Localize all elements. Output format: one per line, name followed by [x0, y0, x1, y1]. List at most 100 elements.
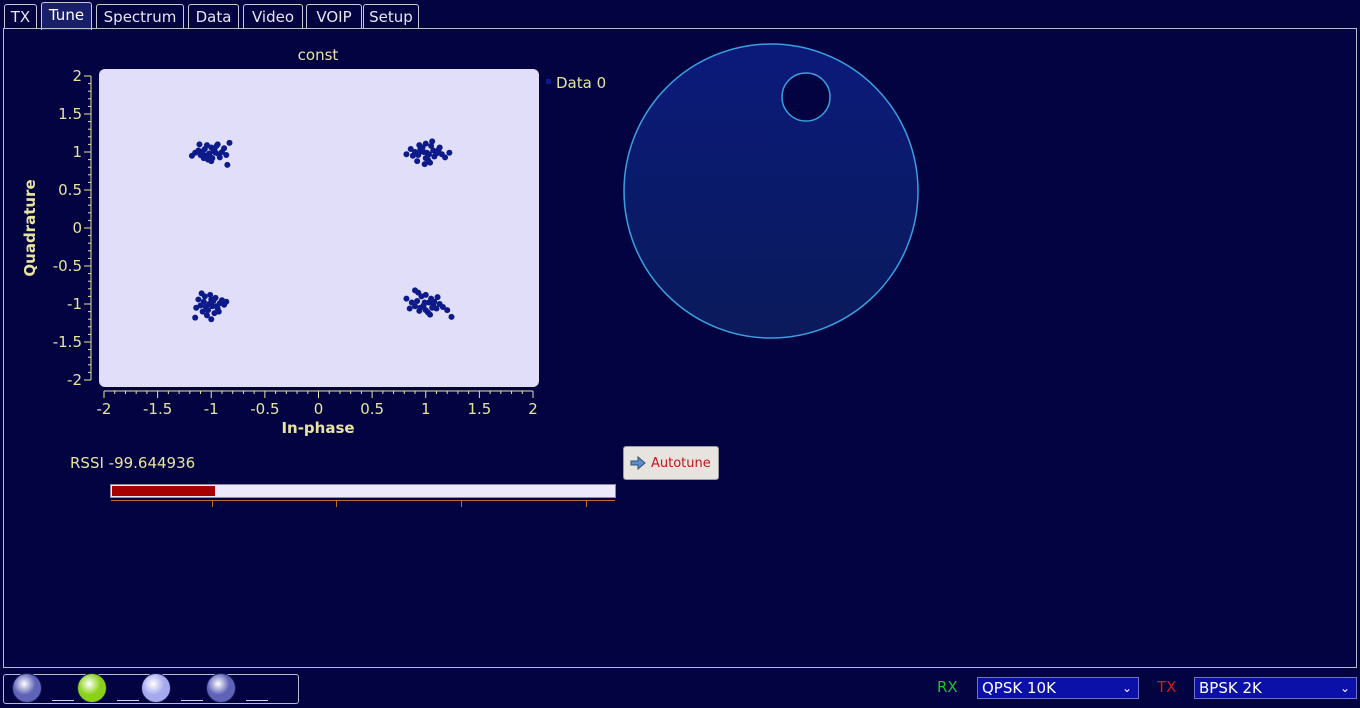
- rx-mode-select[interactable]: QPSK 10K ⌄: [977, 677, 1139, 699]
- y-tick-label: 1.5: [58, 105, 82, 123]
- data-point: [429, 138, 436, 145]
- chart-title: const: [298, 46, 339, 64]
- tuning-knob[interactable]: [623, 43, 919, 339]
- status-separator: [117, 700, 139, 701]
- x-tick-label: 1.5: [467, 400, 491, 418]
- data-point: [416, 142, 423, 149]
- x-tick-label: -1: [204, 400, 219, 418]
- data-point: [434, 294, 441, 301]
- data-point: [429, 304, 436, 311]
- data-point: [436, 144, 443, 151]
- x-tick-label: 0: [314, 400, 324, 418]
- y-tick-label: 0: [72, 219, 82, 237]
- data-point: [223, 152, 230, 159]
- data-point: [448, 313, 455, 320]
- data-point: [203, 142, 210, 149]
- data-point: [215, 308, 222, 315]
- x-axis-label: In-phase: [281, 419, 354, 437]
- data-point: [427, 159, 434, 166]
- data-point: [422, 140, 429, 147]
- status-separator: [52, 700, 74, 701]
- data-point: [407, 145, 414, 152]
- legend-swatch: [546, 79, 551, 84]
- data-point: [406, 305, 413, 312]
- rssi-meter-tick: [461, 500, 462, 507]
- rssi-meter-tick: [336, 500, 337, 507]
- plot-area: [99, 69, 539, 387]
- data-point: [216, 154, 223, 161]
- rx-mode-value: QPSK 10K: [982, 679, 1056, 697]
- data-point: [444, 307, 451, 314]
- y-tick-label: -1: [67, 295, 82, 313]
- data-point: [207, 291, 214, 298]
- status-separator: [246, 700, 268, 701]
- data-point: [196, 141, 203, 148]
- data-point: [192, 314, 199, 321]
- rssi-meter-tick: [586, 500, 587, 507]
- data-point: [423, 149, 430, 156]
- status-led-1: [12, 673, 42, 703]
- x-tick-label: 1: [421, 400, 431, 418]
- rssi-meter: [110, 484, 616, 498]
- x-tick-label: -0.5: [250, 400, 279, 418]
- rssi-meter-tick: [212, 500, 213, 507]
- data-point: [212, 149, 219, 156]
- data-point: [414, 158, 421, 165]
- data-point: [224, 161, 231, 168]
- y-axis-label: Quadrature: [21, 179, 39, 276]
- x-tick-label: -1.5: [143, 400, 172, 418]
- rssi-readout: RSSI -99.644936: [70, 454, 196, 472]
- tx-mode-select[interactable]: BPSK 2K ⌄: [1194, 677, 1357, 699]
- arrow-right-icon: [630, 456, 646, 470]
- tx-mode-value: BPSK 2K: [1199, 679, 1262, 697]
- data-point: [198, 290, 205, 297]
- status-led-3: [141, 673, 171, 703]
- data-point: [427, 311, 434, 318]
- data-point: [195, 296, 202, 303]
- data-point: [188, 152, 195, 159]
- data-point: [193, 304, 200, 311]
- data-point: [414, 297, 421, 304]
- autotune-button[interactable]: Autotune: [623, 446, 719, 480]
- data-point: [209, 303, 216, 310]
- data-point: [431, 153, 438, 160]
- y-tick-label: -1.5: [53, 333, 82, 351]
- data-point: [403, 151, 410, 158]
- y-tick-label: 2: [72, 67, 82, 85]
- data-point: [422, 291, 429, 298]
- rssi-meter-fill: [112, 486, 216, 496]
- autotune-label: Autotune: [651, 455, 711, 471]
- legend-label: Data 0: [556, 74, 606, 92]
- status-led-4: [206, 673, 236, 703]
- y-tick-label: 0.5: [58, 181, 82, 199]
- data-point: [408, 299, 415, 306]
- constellation-plot: const -2 -1.5 -1 -0.5 0 0.5 1 1.5 2 2 1.5 1 0.5 0 -0.5…: [21, 43, 919, 437]
- data-point: [442, 154, 449, 161]
- data-point: [417, 148, 424, 155]
- data-point: [199, 308, 206, 315]
- x-tick-label: -2: [97, 400, 112, 418]
- data-point: [416, 307, 423, 314]
- data-point: [208, 316, 215, 323]
- status-separator: [181, 700, 203, 701]
- chevron-down-icon: ⌄: [1339, 681, 1350, 695]
- rx-label: RX: [937, 678, 958, 696]
- status-led-2: [77, 673, 107, 703]
- data-point: [421, 299, 428, 306]
- data-point: [226, 139, 233, 146]
- y-tick-label: 1: [72, 143, 82, 161]
- rssi-meter-axis: [111, 500, 615, 501]
- data-point: [214, 141, 221, 148]
- data-point: [208, 158, 215, 165]
- chevron-down-icon: ⌄: [1121, 681, 1132, 695]
- x-tick-label: 2: [528, 400, 538, 418]
- x-tick-label: 0.5: [360, 400, 384, 418]
- data-point: [200, 155, 207, 162]
- data-point: [409, 152, 416, 159]
- data-point: [446, 149, 453, 156]
- y-tick-label: -0.5: [53, 257, 82, 275]
- data-point: [223, 298, 230, 305]
- data-point: [421, 161, 428, 168]
- tuning-knob-indicator: [781, 72, 831, 122]
- data-point: [403, 295, 410, 302]
